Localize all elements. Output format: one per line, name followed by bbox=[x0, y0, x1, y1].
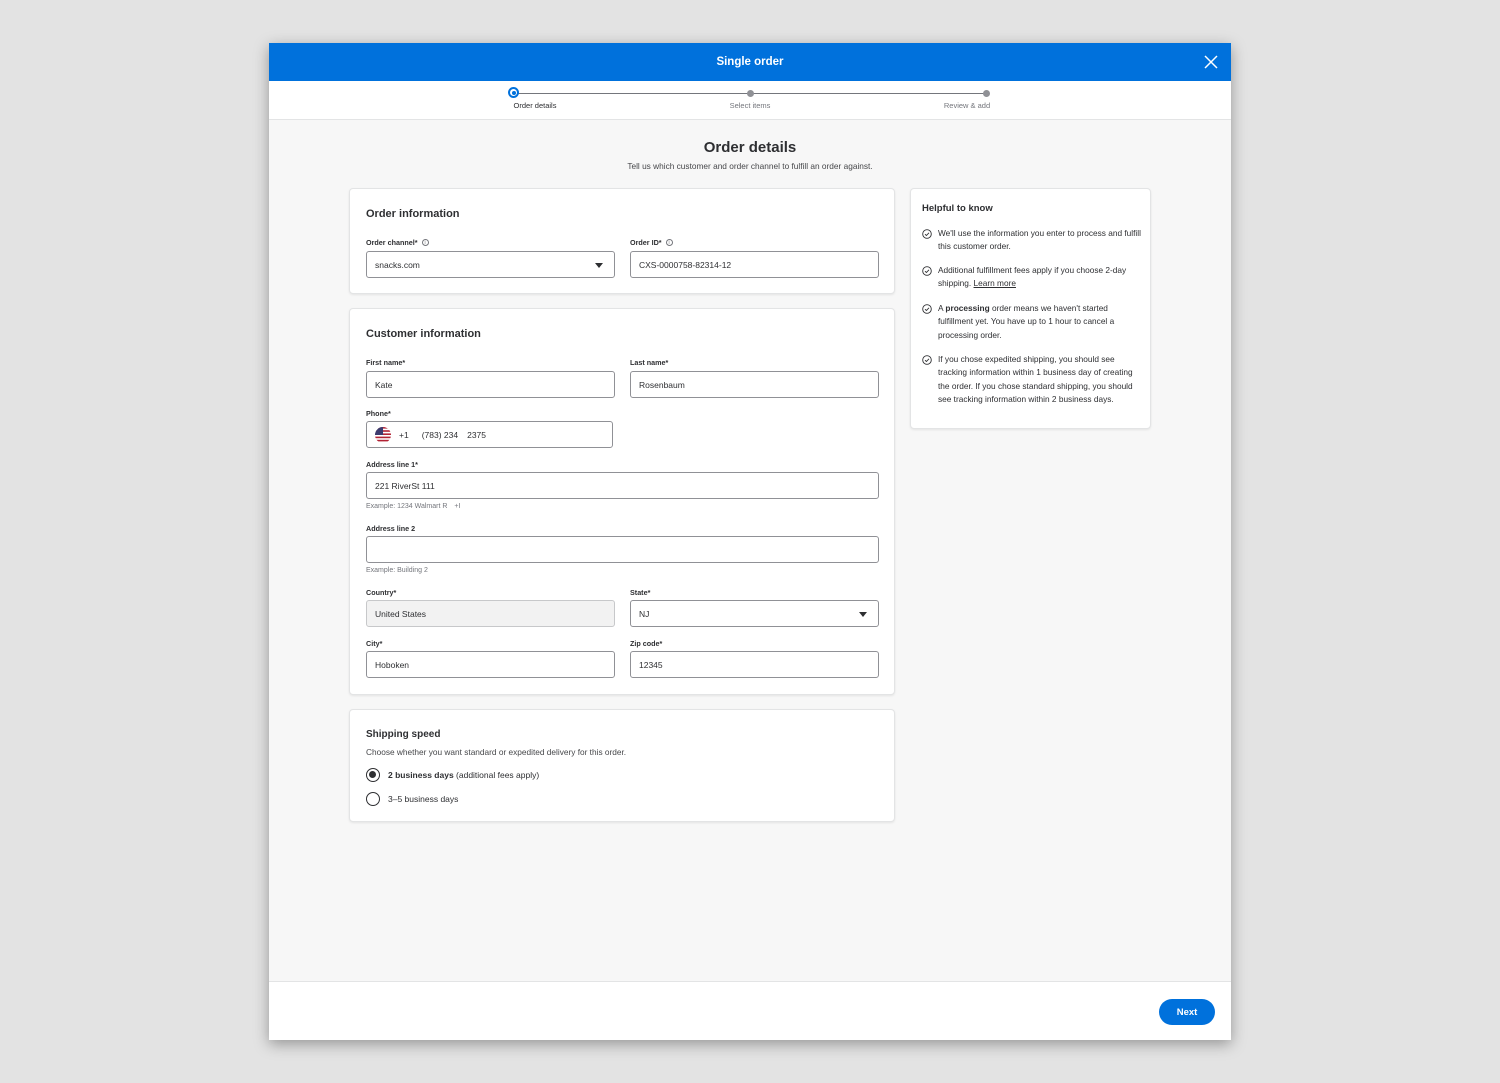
help-item-text: A processing order means we haven't star… bbox=[938, 302, 1144, 342]
order-channel-label-text: Order channel* bbox=[366, 238, 418, 247]
page-title: Order details bbox=[703, 139, 797, 156]
address-line-1-label: Address line 1* bbox=[366, 460, 418, 469]
next-button[interactable]: Next bbox=[1159, 999, 1215, 1025]
country-input: United States bbox=[366, 600, 615, 627]
order-information-title: Order information bbox=[366, 208, 460, 220]
city-label: City* bbox=[366, 639, 383, 648]
shipping-option-2-day-rest: (additional fees apply) bbox=[453, 770, 540, 780]
order-information-card: Order information Order channel* i snack… bbox=[349, 188, 895, 294]
order-id-label-text: Order ID* bbox=[630, 238, 662, 247]
order-channel-value: snacks.com bbox=[375, 259, 420, 270]
phone-number: 2375 bbox=[467, 429, 487, 440]
state-label: State* bbox=[630, 588, 651, 597]
address-line-1-input[interactable]: 221 RiverSt 111 bbox=[366, 472, 879, 499]
help-item-text: Additional fulfillment fees apply if you… bbox=[938, 264, 1144, 291]
help-item-text-body: Additional fulfillment fees apply if you… bbox=[938, 265, 1127, 289]
order-id-label: Order ID* i bbox=[630, 238, 673, 247]
close-button[interactable] bbox=[1204, 55, 1218, 69]
phone-area: (783) 234 bbox=[421, 429, 459, 440]
help-item-text-bold: processing bbox=[945, 303, 990, 313]
address-line-2-hint: Example: Building 2 bbox=[366, 567, 428, 574]
radio-2-day[interactable] bbox=[366, 768, 380, 782]
phone-input[interactable]: +1 (783) 234 2375 bbox=[366, 421, 613, 448]
help-item-text: We'll use the information you enter to p… bbox=[938, 228, 1141, 252]
close-icon bbox=[1204, 55, 1218, 69]
step-connector bbox=[750, 93, 986, 94]
check-circle-icon bbox=[922, 266, 932, 276]
first-name-label: First name* bbox=[366, 358, 406, 367]
shipping-option-3-5-day[interactable]: 3–5 business days bbox=[366, 792, 458, 806]
first-name-input[interactable]: Kate bbox=[366, 371, 615, 398]
step-label-review-add[interactable]: Review & add bbox=[944, 101, 990, 110]
shipping-option-2-day-label: 2 business days (additional fees apply) bbox=[388, 770, 539, 780]
learn-more-link[interactable]: Learn more bbox=[974, 278, 1016, 288]
check-circle-icon bbox=[922, 229, 932, 239]
order-channel-label: Order channel* i bbox=[366, 238, 429, 247]
info-icon[interactable]: i bbox=[421, 239, 429, 246]
progress-stepper: Order details Select items Review & add bbox=[269, 81, 1231, 120]
shipping-speed-card: Shipping speed Choose whether you want s… bbox=[349, 709, 895, 822]
help-item: If you chose expedited shipping, you sho… bbox=[922, 353, 1144, 407]
shipping-option-2-day[interactable]: 2 business days (additional fees apply) bbox=[366, 768, 539, 782]
help-item: We'll use the information you enter to p… bbox=[922, 227, 1144, 254]
step-dot-review-add bbox=[982, 90, 990, 97]
help-item-text: If you chose expedited shipping, you sho… bbox=[938, 354, 1133, 405]
step-dot-order-details bbox=[508, 87, 519, 98]
address-line-2-label: Address line 2 bbox=[366, 524, 416, 533]
modal-footer: Next bbox=[269, 981, 1231, 1040]
zip-code-input[interactable]: 12345 bbox=[630, 651, 879, 678]
step-label-order-details[interactable]: Order details bbox=[514, 101, 557, 110]
page-subtitle: Tell us which customer and order channel… bbox=[627, 161, 873, 171]
check-circle-icon bbox=[922, 304, 932, 314]
shipping-speed-title: Shipping speed bbox=[366, 729, 441, 740]
check-circle-icon bbox=[922, 355, 932, 365]
address-line-1-hint-text: Example: 1234 Walmart R bbox=[366, 503, 448, 510]
order-id-value: CXS-0000758-82314-12 bbox=[639, 259, 732, 270]
us-flag-icon[interactable] bbox=[375, 426, 391, 443]
shipping-option-2-day-bold: 2 business days bbox=[388, 770, 454, 780]
address-line-1-value: 221 RiverSt 111 bbox=[375, 480, 435, 491]
caret-down-icon bbox=[595, 263, 603, 268]
state-value: NJ bbox=[639, 608, 650, 619]
step-dot-select-items bbox=[746, 90, 754, 97]
order-channel-select[interactable]: snacks.com bbox=[366, 251, 615, 278]
city-value: Hoboken bbox=[375, 659, 410, 670]
last-name-label: Last name* bbox=[630, 358, 669, 367]
address-line-2-input[interactable] bbox=[366, 536, 879, 563]
modal-title: Single order bbox=[716, 56, 784, 68]
state-select[interactable]: NJ bbox=[630, 600, 879, 627]
helpful-to-know-card: Helpful to know We'll use the informatio… bbox=[910, 188, 1151, 429]
address-line-1-hint-suffix: +I bbox=[454, 503, 461, 510]
info-icon[interactable]: i bbox=[665, 239, 673, 246]
caret-down-icon bbox=[859, 612, 867, 617]
zip-code-label: Zip code* bbox=[630, 639, 663, 648]
helpful-to-know-title: Helpful to know bbox=[922, 203, 993, 214]
help-item: A processing order means we haven't star… bbox=[922, 302, 1144, 342]
country-label: Country* bbox=[366, 588, 397, 597]
help-item: Additional fulfillment fees apply if you… bbox=[922, 264, 1144, 291]
order-id-input[interactable]: CXS-0000758-82314-12 bbox=[630, 251, 879, 278]
city-input[interactable]: Hoboken bbox=[366, 651, 615, 678]
last-name-value: Rosenbaum bbox=[639, 379, 685, 390]
step-label-select-items[interactable]: Select items bbox=[730, 101, 771, 110]
modal-header: Single order bbox=[269, 43, 1231, 81]
first-name-value: Kate bbox=[375, 379, 393, 390]
zip-code-value: 12345 bbox=[639, 659, 663, 670]
single-order-modal: Single order Order details Select items … bbox=[269, 43, 1231, 1040]
customer-information-title: Customer information bbox=[366, 328, 481, 340]
shipping-speed-description: Choose whether you want standard or expe… bbox=[366, 747, 627, 757]
address-line-1-hint: Example: 1234 Walmart R +I bbox=[366, 503, 460, 510]
shipping-option-3-5-day-label: 3–5 business days bbox=[388, 794, 459, 804]
phone-country-code: +1 bbox=[399, 429, 409, 440]
last-name-input[interactable]: Rosenbaum bbox=[630, 371, 879, 398]
radio-3-5-day[interactable] bbox=[366, 792, 380, 806]
step-connector bbox=[514, 93, 750, 94]
country-value: United States bbox=[375, 608, 427, 619]
phone-label: Phone* bbox=[366, 409, 391, 418]
customer-information-card: Customer information First name* Kate La… bbox=[349, 308, 895, 695]
